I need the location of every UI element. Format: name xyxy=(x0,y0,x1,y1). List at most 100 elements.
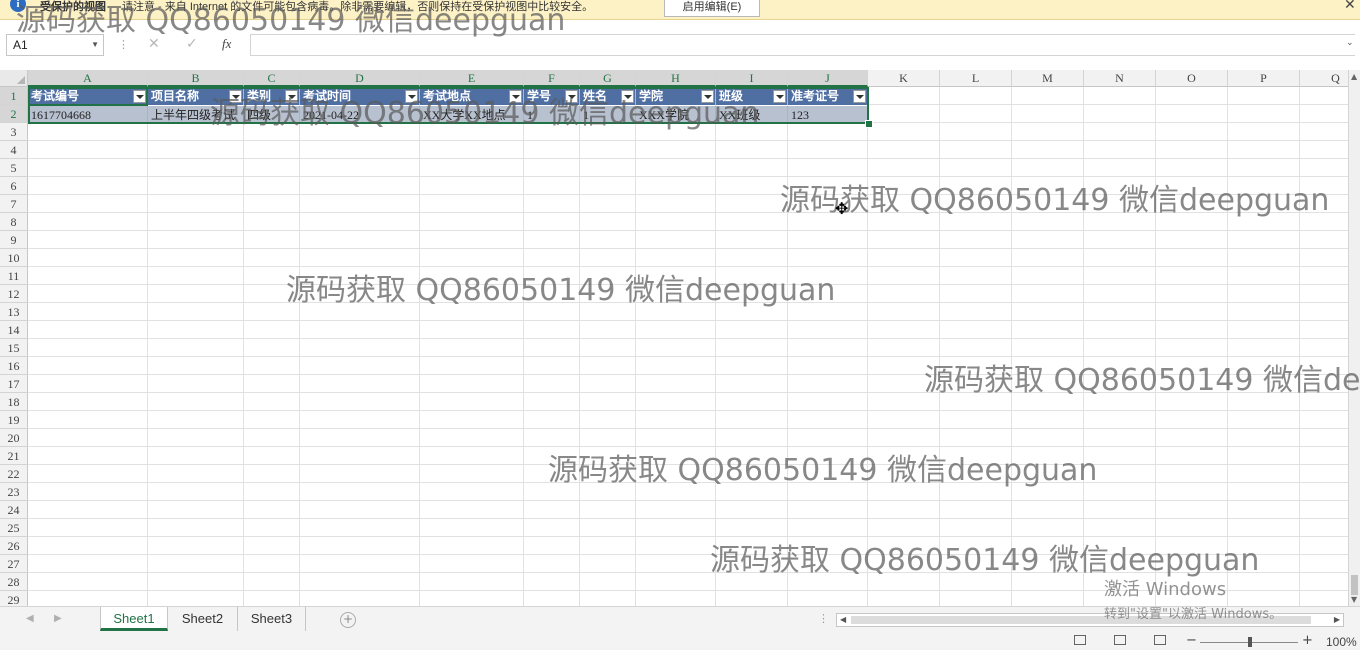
row-header-13[interactable]: 13 xyxy=(0,303,28,321)
row-header-19[interactable]: 19 xyxy=(0,411,28,429)
worksheet-grid[interactable]: A B C D E F G H I J K L M N O P Q 1 2 3 4 5 6 7 8 9 10 11 12 13 14 15 16… xyxy=(0,70,1348,606)
tab-split-handle[interactable]: ⋮ xyxy=(818,612,829,625)
table-header-cell[interactable]: 准考证号 xyxy=(788,88,868,105)
column-header-o[interactable]: O xyxy=(1156,70,1228,87)
gridline xyxy=(419,87,420,606)
row-header-15[interactable]: 15 xyxy=(0,339,28,357)
row-header-11[interactable]: 11 xyxy=(0,267,28,285)
row-header-28[interactable]: 28 xyxy=(0,573,28,591)
column-header-b[interactable]: B xyxy=(148,70,244,87)
row-header-5[interactable]: 5 xyxy=(0,159,28,177)
table-header-label: 项目名称 xyxy=(151,89,200,103)
column-header-f[interactable]: F xyxy=(524,70,580,87)
table-header-label: 准考证号 xyxy=(791,89,840,103)
next-sheet-icon[interactable]: ▶ xyxy=(54,613,62,624)
row-header-3[interactable]: 3 xyxy=(0,123,28,141)
row-header-9[interactable]: 9 xyxy=(0,231,28,249)
page-break-view-icon[interactable] xyxy=(1154,635,1166,645)
sheet-tab-2[interactable]: Sheet2 xyxy=(168,607,238,631)
vertical-scrollbar[interactable]: ▲ ▼ xyxy=(1348,70,1360,606)
row-header-17[interactable]: 17 xyxy=(0,375,28,393)
select-all-button[interactable] xyxy=(0,70,28,87)
column-header-l[interactable]: L xyxy=(940,70,1012,87)
expand-formula-bar-icon[interactable]: ⌄ xyxy=(1346,38,1354,48)
row-header-16[interactable]: 16 xyxy=(0,357,28,375)
column-header-i[interactable]: I xyxy=(716,70,788,87)
vertical-scroll-thumb[interactable] xyxy=(1351,575,1358,595)
row-header-4[interactable]: 4 xyxy=(0,141,28,159)
scroll-right-icon[interactable]: ▶ xyxy=(1334,614,1340,626)
gridline xyxy=(867,87,868,606)
column-header-j[interactable]: J xyxy=(788,70,868,87)
scroll-up-icon[interactable]: ▲ xyxy=(1351,72,1357,81)
row-header-24[interactable]: 24 xyxy=(0,501,28,519)
gridline xyxy=(28,140,1348,141)
fill-handle[interactable] xyxy=(865,120,873,128)
row-header-14[interactable]: 14 xyxy=(0,321,28,339)
gridline xyxy=(28,518,1348,519)
row-header-23[interactable]: 23 xyxy=(0,483,28,501)
activate-windows-message: 转到"设置"以激活 Windows。 xyxy=(1104,607,1283,622)
row-header-12[interactable]: 12 xyxy=(0,285,28,303)
row-header-6[interactable]: 6 xyxy=(0,177,28,195)
page-layout-view-icon[interactable] xyxy=(1114,635,1126,645)
gridline xyxy=(523,87,524,606)
grip-icon[interactable]: ⋮ xyxy=(118,38,129,51)
row-header-10[interactable]: 10 xyxy=(0,249,28,267)
zoom-slider-thumb[interactable] xyxy=(1248,637,1252,647)
close-icon[interactable]: ✕ xyxy=(1344,0,1356,13)
column-header-c[interactable]: C xyxy=(244,70,300,87)
watermark-text: 源码获取 QQ86050149 微信deepguan xyxy=(210,96,760,131)
column-header-n[interactable]: N xyxy=(1084,70,1156,87)
table-cell[interactable]: 123 xyxy=(788,106,868,124)
row-header-26[interactable]: 26 xyxy=(0,537,28,555)
row-header-29[interactable]: 29 xyxy=(0,591,28,606)
sheet-tab-3[interactable]: Sheet3 xyxy=(238,607,306,631)
row-header-27[interactable]: 27 xyxy=(0,555,28,573)
row-header-8[interactable]: 8 xyxy=(0,213,28,231)
column-header-k[interactable]: K xyxy=(868,70,940,87)
zoom-out-icon[interactable]: − xyxy=(1186,634,1197,648)
row-header-21[interactable]: 21 xyxy=(0,447,28,465)
filter-dropdown-icon[interactable] xyxy=(853,90,866,103)
gridline xyxy=(787,87,788,606)
gridline xyxy=(1083,87,1084,606)
enable-editing-button[interactable]: 启用编辑(E) xyxy=(664,0,760,17)
sheet-tab-1[interactable]: Sheet1 xyxy=(100,607,168,631)
watermark-text: 源码获取 QQ86050149 微信deepguan xyxy=(710,543,1260,578)
gridline xyxy=(28,500,1348,501)
column-header-e[interactable]: E xyxy=(420,70,524,87)
gridline xyxy=(1011,87,1012,606)
prev-sheet-icon[interactable]: ◀ xyxy=(26,613,34,624)
column-header-q[interactable]: Q xyxy=(1300,70,1348,87)
row-header-18[interactable]: 18 xyxy=(0,393,28,411)
gridline xyxy=(28,248,1348,249)
watermark-text: 源码获取 QQ86050149 微信deepguan xyxy=(16,3,566,38)
zoom-level[interactable]: 100% xyxy=(1326,635,1357,649)
column-header-g[interactable]: G xyxy=(580,70,636,87)
column-header-a[interactable]: A xyxy=(28,70,148,87)
table-cell[interactable]: 1617704668 xyxy=(28,106,148,124)
row-header-25[interactable]: 25 xyxy=(0,519,28,537)
zoom-in-icon[interactable]: + xyxy=(1302,634,1313,648)
column-header-p[interactable]: P xyxy=(1228,70,1300,87)
scroll-left-icon[interactable]: ◀ xyxy=(840,614,846,626)
gridline xyxy=(579,87,580,606)
row-header-2[interactable]: 2 xyxy=(0,105,28,123)
add-sheet-icon[interactable]: + xyxy=(340,612,356,628)
normal-view-icon[interactable] xyxy=(1074,635,1086,645)
column-header-d[interactable]: D xyxy=(300,70,420,87)
row-header-1[interactable]: 1 xyxy=(0,87,28,105)
row-header-22[interactable]: 22 xyxy=(0,465,28,483)
gridline xyxy=(28,428,1348,429)
watermark-text: 源码获取 QQ86050149 微信deepguan xyxy=(286,273,836,308)
filter-dropdown-icon[interactable] xyxy=(773,90,786,103)
row-header-20[interactable]: 20 xyxy=(0,429,28,447)
scroll-down-icon[interactable]: ▼ xyxy=(1351,595,1357,604)
gridline xyxy=(939,87,940,606)
column-header-m[interactable]: M xyxy=(1012,70,1084,87)
column-header-h[interactable]: H xyxy=(636,70,716,87)
gridline xyxy=(147,87,148,606)
row-header-7[interactable]: 7 xyxy=(0,195,28,213)
gridline xyxy=(28,338,1348,339)
